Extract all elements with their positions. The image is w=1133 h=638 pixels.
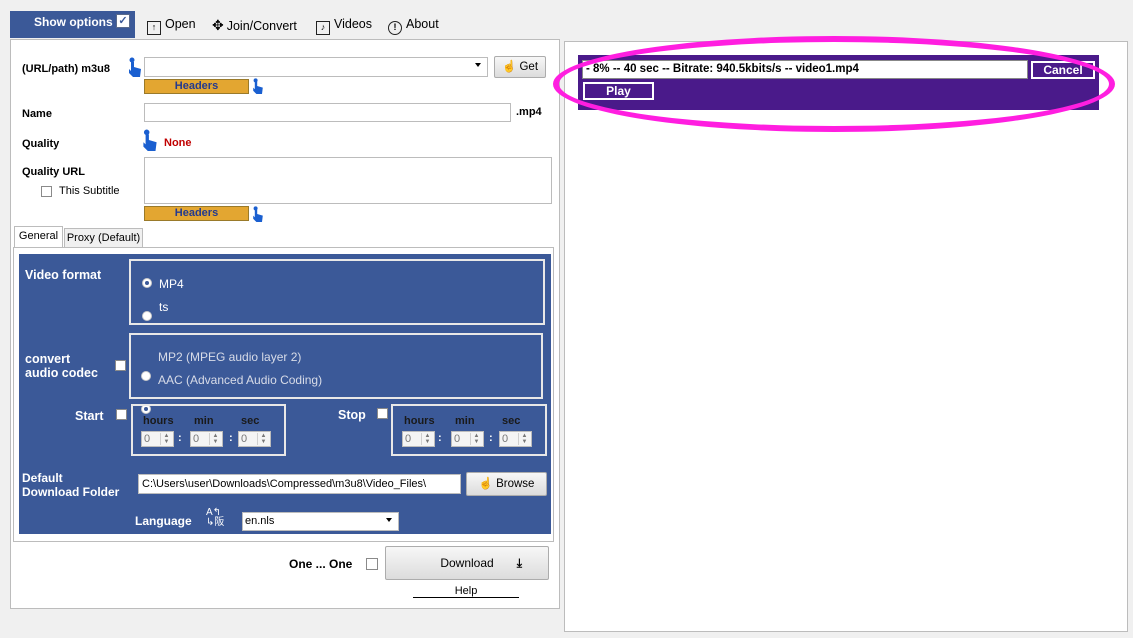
spinner-arrows-icon: ▲ ▼ [470,433,482,445]
language-label: Language [135,514,192,528]
url-combobox[interactable] [144,57,488,77]
mp4-radio[interactable] [142,278,152,288]
convert-audio-checkbox[interactable] [115,360,126,371]
stop-sec-spinner[interactable]: 0 ▲ ▼ [499,431,532,447]
convert-audio-label: convert [25,352,71,366]
quality-url-label: Quality URL [22,166,85,178]
get-button[interactable]: ☝ Get [494,56,546,78]
browse-button[interactable]: ☝ Browse [466,472,547,496]
show-options-toggle[interactable]: Show options ✓ [10,11,135,38]
start-min-header: min [194,415,214,427]
info-icon: ! [388,21,402,35]
download-arrow-icon: ⤓ [516,556,522,570]
mp2-radio[interactable] [141,371,151,381]
start-hours-header: hours [143,415,174,427]
pointing-hand-icon[interactable] [142,129,157,151]
one-by-one-label: One ... One [289,557,353,571]
join-convert-icon: ✥ [212,17,224,33]
stop-min-spinner[interactable]: 0 ▲ ▼ [451,431,484,447]
stop-time-group [391,404,547,456]
translate-icon: A↰ ↳阪 [206,507,225,528]
help-link[interactable]: Help [413,585,519,598]
video-format-group [129,259,545,325]
quality-url-textarea[interactable] [144,157,552,204]
spinner-arrows-icon: ▲ ▼ [421,433,433,445]
start-sec-header: sec [241,415,260,427]
headers-button[interactable]: Headers [144,79,249,94]
join-convert-menu[interactable]: ✥ Join/Convert [212,17,297,34]
name-label: Name [22,108,52,120]
download-button[interactable]: Download ⤓ [385,546,549,580]
name-input[interactable] [144,103,511,122]
music-note-icon: ♪ [316,21,330,35]
url-label: (URL/path) m3u8 [22,63,110,75]
ts-radio[interactable] [142,311,152,321]
about-menu[interactable]: ! About [388,17,439,35]
video-format-label: Video format [25,268,102,282]
one-by-one-checkbox[interactable] [366,558,378,570]
show-options-label: Show options [34,15,113,29]
chevron-down-icon [475,63,481,67]
stop-label: Stop [338,408,366,422]
pointing-hand-icon: ☝ [478,478,493,490]
pointing-hand-icon[interactable] [252,206,264,222]
show-options-checkbox[interactable]: ✓ [116,14,130,28]
mp2-label: MP2 (MPEG audio layer 2) [158,350,302,364]
language-select[interactable]: en.nls [242,512,399,531]
highlight-ellipse [553,36,1115,132]
aac-label: AAC (Advanced Audio Coding) [158,373,323,387]
start-min-spinner[interactable]: 0 ▲ ▼ [190,431,223,447]
ts-label: ts [159,300,169,314]
open-menu[interactable]: ↑ Open [147,17,196,35]
download-folder-label: Download Folder [22,485,120,499]
spinner-arrows-icon: ▲ ▼ [209,433,221,445]
stop-hours-spinner[interactable]: 0 ▲ ▼ [402,431,435,447]
mp4-label: MP4 [159,277,184,291]
this-subtitle-label: This Subtitle [59,185,120,197]
default-label: Default [22,471,63,485]
open-icon: ↑ [147,21,161,35]
quality-headers-button[interactable]: Headers [144,206,249,221]
tab-general[interactable]: General [14,226,63,247]
tab-proxy[interactable]: Proxy (Default) [64,228,143,247]
pointing-hand-icon[interactable] [252,78,264,94]
stop-hours-header: hours [404,415,435,427]
stop-min-header: min [455,415,475,427]
audio-codec-group [129,333,543,399]
start-sec-spinner[interactable]: 0 ▲ ▼ [238,431,271,447]
stop-checkbox[interactable] [377,408,388,419]
start-time-group [131,404,286,456]
spinner-arrows-icon: ▲ ▼ [518,433,530,445]
start-hours-spinner[interactable]: 0 ▲ ▼ [141,431,174,447]
spinner-arrows-icon: ▲ ▼ [160,433,172,445]
pointing-hand-icon[interactable] [128,57,141,77]
start-checkbox[interactable] [116,409,127,420]
videos-menu[interactable]: ♪ Videos [316,17,372,35]
name-extension: .mp4 [516,106,542,118]
quality-label: Quality [22,138,60,150]
stop-sec-header: sec [502,415,521,427]
download-folder-input[interactable]: C:\Users\user\Downloads\Compressed\m3u8\… [138,474,461,494]
quality-value: None [164,137,192,149]
spinner-arrows-icon: ▲ ▼ [257,433,269,445]
audio-codec-label: audio codec [25,366,98,380]
pointing-hand-icon: ☝ [501,61,517,73]
start-label: Start [75,409,104,423]
this-subtitle-checkbox[interactable] [41,186,52,197]
chevron-down-icon [386,518,392,522]
